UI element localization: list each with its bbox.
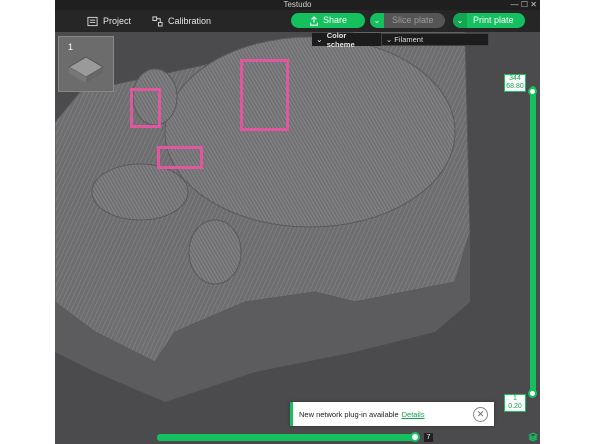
slice-dropdown-chevron-icon[interactable]: ⌄ <box>370 13 384 28</box>
move-slider-handle[interactable] <box>410 432 420 442</box>
project-label: Project <box>103 16 132 26</box>
project-icon <box>87 16 98 26</box>
top-layer-number: 344 <box>509 75 521 82</box>
print-plate-button[interactable]: ⌄ Print plate <box>453 13 525 28</box>
plate-number: 1 <box>68 42 74 52</box>
calibration-icon <box>152 15 163 27</box>
layer-bottom-label: 1 0.20 <box>504 394 526 412</box>
plugin-notification: New network plug-in available Details ✕ <box>290 402 494 426</box>
calibration-tab[interactable]: Calibration <box>152 13 211 29</box>
color-scheme-bar: ⌄ Color scheme ⌄ Filament <box>312 30 489 49</box>
color-scheme-label: Color scheme <box>326 30 355 49</box>
window-controls[interactable]: — ☐ ✕ <box>511 0 537 10</box>
collapse-chevron-icon[interactable]: ⌄ <box>316 35 323 44</box>
highlight-neck-seam <box>157 146 203 169</box>
highlight-leg-seam <box>130 88 161 128</box>
highlight-shell-seam <box>240 59 289 131</box>
share-button[interactable]: Share <box>291 13 365 28</box>
layer-bottom-handle[interactable] <box>528 389 537 398</box>
turtle-head <box>91 163 189 221</box>
layer-range-slider[interactable] <box>530 86 536 396</box>
details-link[interactable]: Details <box>402 410 425 419</box>
layer-top-label: 344 68.80 <box>504 74 526 92</box>
plate-thumbnail[interactable]: 1 <box>58 36 114 92</box>
notification-message: New network plug-in available <box>299 409 399 419</box>
color-scheme-value: Filament <box>394 35 424 44</box>
bottom-layer-number: 1 <box>513 395 517 402</box>
maximize-button[interactable]: ☐ <box>521 0 528 9</box>
minimize-button[interactable]: — <box>511 0 519 9</box>
sliced-model-preview <box>55 31 471 402</box>
move-slider-value: 7 <box>424 433 433 442</box>
calibration-label: Calibration <box>168 16 212 26</box>
top-layer-height: 68.80 <box>506 83 524 90</box>
close-window-button[interactable]: ✕ <box>530 0 537 9</box>
bottom-layer-height: 0.20 <box>508 403 522 410</box>
turtle-back-leg <box>188 219 242 285</box>
layer-top-handle[interactable] <box>528 87 537 96</box>
slice-label: Slice plate <box>392 15 434 25</box>
main-toolbar: Project Calibration Share ⌄ Slice plate … <box>55 10 540 32</box>
bambu-studio-window: Testudo — ☐ ✕ Project Calibration Share … <box>55 0 540 444</box>
turtle-shell <box>164 36 456 228</box>
print-label: Print plate <box>473 15 514 25</box>
window-title: Testudo <box>283 0 312 9</box>
close-notification-icon[interactable]: ✕ <box>473 407 488 422</box>
title-bar: Testudo — ☐ ✕ <box>55 0 540 10</box>
3d-preview-viewport[interactable] <box>55 31 540 444</box>
layers-icon[interactable] <box>528 432 538 442</box>
color-scheme-select[interactable]: ⌄ Filament <box>380 33 489 46</box>
share-label: Share <box>323 15 348 25</box>
slice-plate-button[interactable]: ⌄ Slice plate <box>370 13 445 28</box>
move-slider[interactable] <box>157 434 419 441</box>
share-icon <box>310 15 318 26</box>
print-dropdown-chevron-icon[interactable]: ⌄ <box>453 13 467 28</box>
project-tab[interactable]: Project <box>87 13 131 29</box>
